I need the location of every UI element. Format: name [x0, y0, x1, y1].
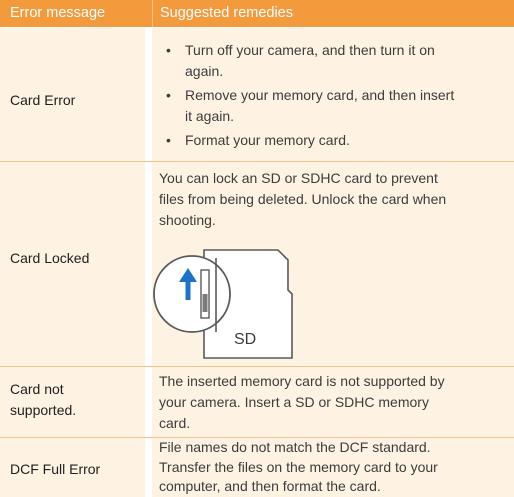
remedy-line: computer, and then format the card. — [159, 478, 381, 494]
list-item-line: Turn off your camera, and then turn it o… — [185, 42, 435, 58]
bullet-icon: • — [166, 42, 171, 58]
remedy-line: You can lock an SD or SDHC card to preve… — [159, 170, 438, 186]
remedy-text: The inserted memory card is not supporte… — [159, 371, 509, 434]
header-suggested-remedies: Suggested remedies — [152, 0, 514, 27]
list-item-line: again. — [185, 63, 224, 79]
remedy-line: shooting. — [159, 212, 216, 228]
header-error-message: Error message — [0, 0, 145, 27]
bullet-icon: • — [166, 132, 171, 148]
list-item: • Remove your memory card, and then inse… — [159, 85, 509, 129]
bullet-icon: • — [166, 87, 171, 103]
header-col1-label: Error message — [10, 5, 106, 21]
row-label: Card not supported. — [10, 379, 76, 421]
remedy-list: • Turn off your camera, and then turn it… — [159, 40, 509, 151]
list-item: • Format your memory card. — [159, 130, 509, 151]
list-item-line: it again. — [185, 108, 235, 124]
remedy-text: You can lock an SD or SDHC card to preve… — [159, 168, 509, 231]
header-col2-label: Suggested remedies — [160, 5, 293, 21]
row-label: DCF Full Error — [10, 461, 101, 477]
row-label-line: Card not — [10, 381, 64, 397]
list-item: • Turn off your camera, and then turn it… — [159, 40, 509, 84]
sd-card-lock-illustration: SD — [153, 249, 293, 359]
sd-card-label: SD — [234, 331, 256, 348]
list-item-line: Format your memory card. — [185, 132, 350, 148]
row-label-line: supported. — [10, 402, 77, 418]
row-label: Card Locked — [10, 250, 90, 266]
row-label-cell: Card not supported. — [0, 367, 145, 437]
row-label-cell: Card Error — [0, 28, 145, 161]
row-label-cell: Card Locked — [0, 162, 145, 366]
remedy-line: card. — [159, 415, 191, 431]
table-header: Error message Suggested remedies — [0, 0, 514, 27]
remedy-line: Transfer the files on the memory card to… — [159, 458, 438, 475]
row-label: Card Error — [10, 92, 76, 108]
row-label-cell: DCF Full Error — [0, 438, 145, 497]
list-item-line: Remove your memory card, and then insert — [185, 87, 455, 103]
remedy-text: File names do not match the DCF standard… — [159, 438, 509, 497]
remedy-line: File names do not match the DCF standard… — [159, 439, 431, 455]
remedy-line: files from being deleted. Unlock the car… — [159, 191, 447, 207]
remedy-line: The inserted memory card is not supporte… — [159, 373, 445, 389]
magnifier-icon — [153, 255, 231, 333]
remedy-line: your camera. Insert a SD or SDHC memory — [159, 394, 429, 410]
lock-switch-icon — [202, 294, 208, 312]
